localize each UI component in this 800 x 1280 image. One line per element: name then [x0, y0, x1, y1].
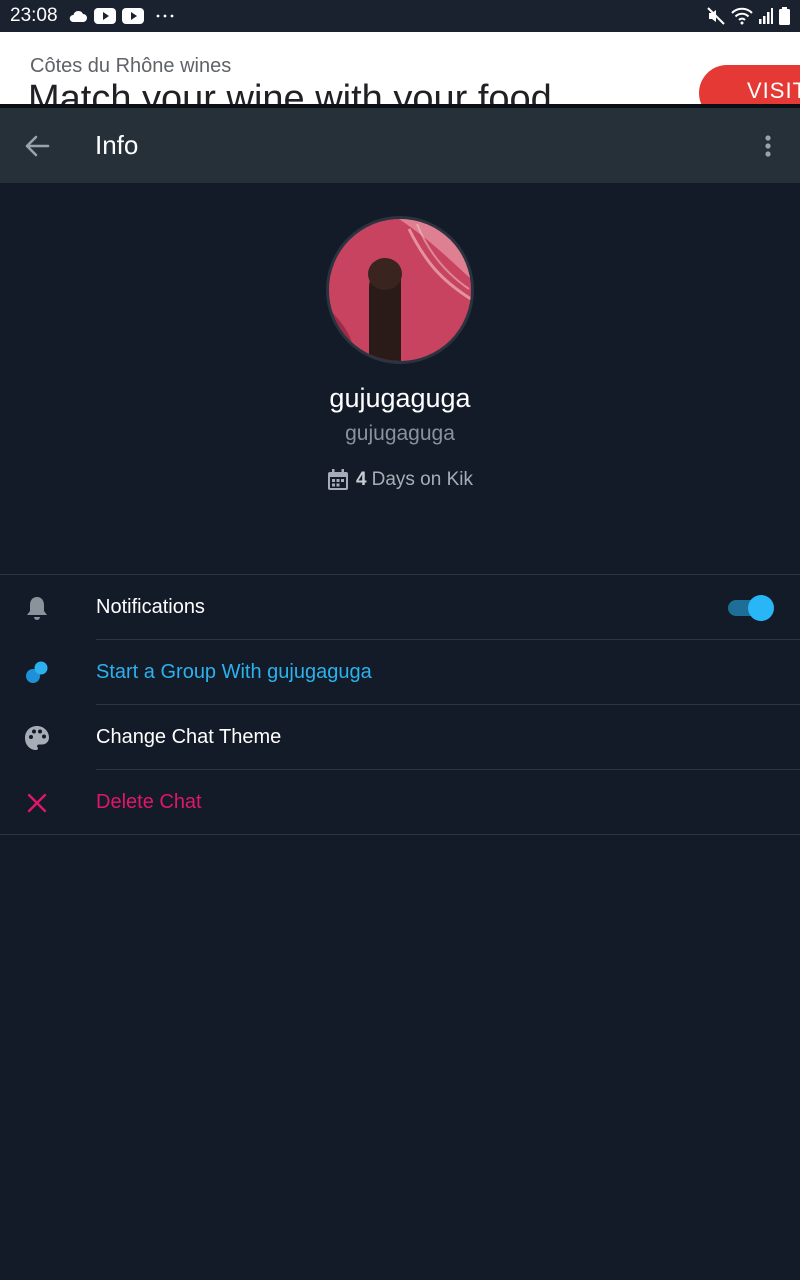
cloud-icon [69, 10, 87, 22]
ad-visit-button[interactable]: VISIT [699, 65, 800, 104]
app-bar: Info [0, 108, 800, 183]
overflow-menu-button[interactable] [736, 108, 800, 183]
chat-settings-list: Notifications Start a Group With gujugag… [0, 574, 800, 835]
signal-icon [759, 8, 773, 24]
close-icon [0, 770, 74, 835]
days-label: Days on Kik [371, 469, 473, 490]
change-theme-row[interactable]: Change Chat Theme [0, 705, 800, 770]
battery-icon [779, 7, 790, 25]
ad-sponsor: Côtes du Rhône wines [30, 55, 232, 77]
more-vert-icon [765, 134, 771, 157]
start-group-label: Start a Group With gujugaguga [96, 661, 372, 683]
calendar-icon [328, 469, 349, 490]
bell-icon [0, 575, 74, 640]
back-button[interactable] [0, 108, 74, 183]
days-count: 4 [356, 469, 367, 490]
divider [0, 834, 800, 835]
status-bar: 23:08 [0, 0, 800, 32]
palette-icon [0, 705, 74, 770]
start-group-row[interactable]: Start a Group With gujugaguga [0, 640, 800, 705]
notifications-label: Notifications [96, 596, 205, 618]
notifications-toggle[interactable] [728, 595, 774, 621]
ad-headline: Match your wine with your food [28, 78, 552, 104]
ad-banner[interactable]: Côtes du Rhône wines Match your wine wit… [0, 32, 800, 104]
profile-photo [329, 219, 471, 361]
profile-section: gujugaguga gujugaguga 4 Days on Kik [0, 183, 800, 573]
display-name: gujugaguga [329, 383, 471, 413]
mute-icon [707, 7, 725, 25]
more-notifications-icon [156, 14, 173, 18]
delete-chat-row[interactable]: Delete Chat [0, 770, 800, 835]
toggle-thumb [748, 595, 774, 621]
youtube-icon [121, 8, 144, 24]
wifi-icon [731, 7, 753, 25]
status-time: 23:08 [10, 5, 58, 26]
change-theme-label: Change Chat Theme [96, 726, 282, 748]
youtube-icon [93, 8, 116, 24]
status-left-icons [68, 8, 174, 24]
username: gujugaguga [345, 422, 455, 445]
notifications-row[interactable]: Notifications [0, 575, 800, 640]
status-right-icons [707, 7, 790, 25]
arrow-left-icon [25, 135, 50, 156]
delete-chat-label: Delete Chat [96, 791, 202, 813]
group-icon [0, 640, 74, 705]
days-on-kik: 4 Days on Kik [0, 469, 800, 491]
avatar[interactable] [326, 216, 474, 364]
page-title: Info [95, 130, 139, 160]
